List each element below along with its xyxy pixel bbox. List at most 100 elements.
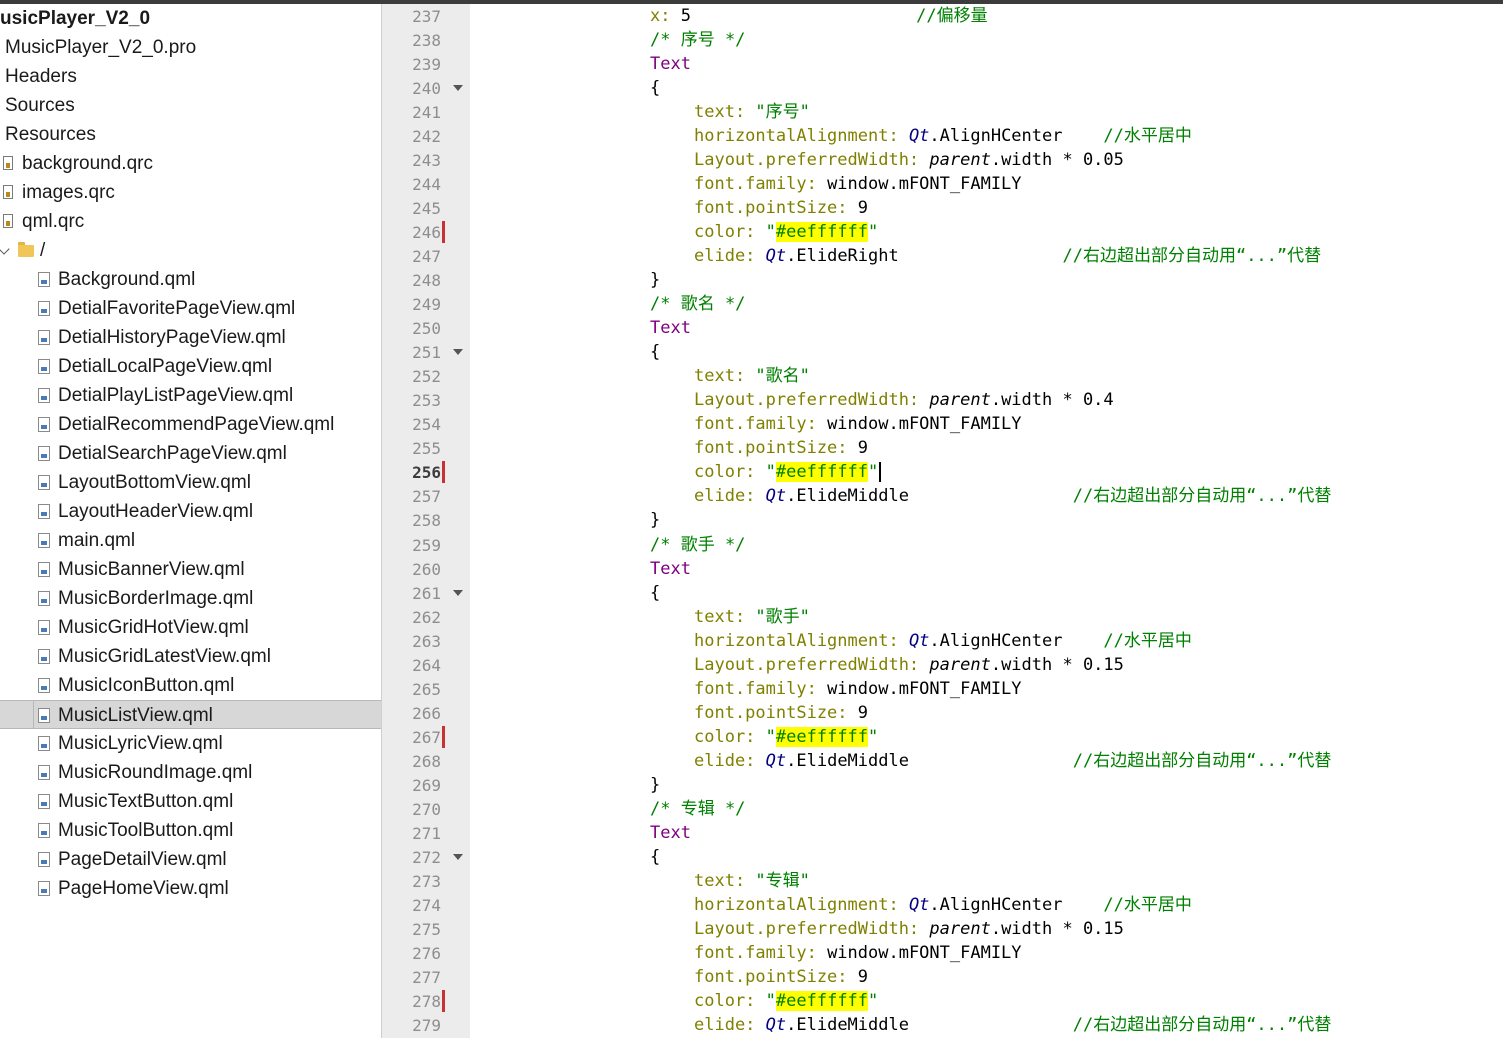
code-line[interactable]: 244 font.family: window.mFONT_FAMILY [382,173,1503,196]
project-root[interactable]: usicPlayer_V2_0 [0,4,381,33]
tree-item[interactable]: Sources [0,91,381,120]
code-text[interactable]: /* 歌手 */ [650,534,745,557]
code-text[interactable]: Layout.preferredWidth: parent.width * 0.… [694,654,1124,677]
tree-item[interactable]: DetialLocalPageView.qml [0,352,381,381]
code-text[interactable]: color: "#eeffffff" [694,726,878,749]
tree-item[interactable]: MusicBannerView.qml [0,555,381,584]
code-line[interactable]: 239 Text [382,53,1503,76]
tree-item[interactable]: MusicRoundImage.qml [0,758,381,787]
code-line[interactable]: 240 { [382,77,1503,100]
tree-item[interactable]: Resources [0,120,381,149]
code-line[interactable]: 279 elide: Qt.ElideMiddle //右边超出部分自动用“...… [382,1014,1503,1037]
code-line[interactable]: 270 /* 专辑 */ [382,798,1503,821]
code-text[interactable]: color: "#eeffffff" [694,990,878,1013]
code-text[interactable]: font.family: window.mFONT_FAMILY [694,678,1022,701]
tree-item[interactable]: DetialRecommendPageView.qml [0,410,381,439]
tree-item[interactable]: LayoutHeaderView.qml [0,497,381,526]
tree-item[interactable]: LayoutBottomView.qml [0,468,381,497]
code-line[interactable]: 243 Layout.preferredWidth: parent.width *… [382,149,1503,172]
tree-item[interactable]: background.qrc [0,149,381,178]
tree-item[interactable]: / [0,236,381,265]
code-text[interactable]: text: "歌手" [694,606,810,629]
code-text[interactable]: } [650,269,660,292]
code-text[interactable]: font.family: window.mFONT_FAMILY [694,942,1022,965]
code-line[interactable]: 272 { [382,846,1503,869]
code-text[interactable]: font.family: window.mFONT_FAMILY [694,413,1022,436]
fold-arrow-icon[interactable] [453,349,463,356]
code-line[interactable]: 252 text: "歌名" [382,365,1503,388]
tree-item[interactable]: MusicGridHotView.qml [0,613,381,642]
tree-item[interactable]: PageHomeView.qml [0,874,381,903]
code-text[interactable]: elide: Qt.ElideRight //右边超出部分自动用“...”代替 [694,245,1321,268]
tree-item[interactable]: MusicPlayer_V2_0.pro [0,33,381,62]
code-text[interactable]: horizontalAlignment: Qt.AlignHCenter //水… [694,125,1192,148]
tree-item[interactable]: MusicGridLatestView.qml [0,642,381,671]
code-text[interactable]: elide: Qt.ElideMiddle //右边超出部分自动用“...”代替 [694,750,1331,773]
code-line[interactable]: 245 font.pointSize: 9 [382,197,1503,220]
tree-item[interactable]: DetialFavoritePageView.qml [0,294,381,323]
code-text[interactable]: Layout.preferredWidth: parent.width * 0.… [694,149,1124,172]
code-text[interactable]: /* 专辑 */ [650,798,745,821]
code-text[interactable]: font.pointSize: 9 [694,966,868,989]
tree-item[interactable]: MusicToolButton.qml [0,816,381,845]
code-line[interactable]: 260 Text [382,558,1503,581]
code-text[interactable]: elide: Qt.ElideMiddle //右边超出部分自动用“...”代替 [694,485,1331,508]
tree-item[interactable]: MusicIconButton.qml [0,671,381,700]
code-text[interactable]: font.pointSize: 9 [694,702,868,725]
code-editor[interactable]: 237 x: 5 //偏移量 238 /* 序号 */ 239 Text 240 {241 te… [382,4,1503,1038]
code-line[interactable]: 253 Layout.preferredWidth: parent.width *… [382,389,1503,412]
code-text[interactable]: x: 5 //偏移量 [650,5,988,28]
code-line[interactable]: 261 { [382,582,1503,605]
code-line[interactable]: 251 { [382,341,1503,364]
tree-item[interactable]: DetialSearchPageView.qml [0,439,381,468]
tree-item[interactable]: main.qml [0,526,381,555]
code-text[interactable]: { [650,582,660,605]
code-line[interactable]: 269} [382,774,1503,797]
tree-item[interactable]: DetialPlayListPageView.qml [0,381,381,410]
code-line[interactable]: 267 color: "#eeffffff" [382,725,1503,749]
code-line[interactable]: 238 /* 序号 */ [382,29,1503,52]
code-text[interactable]: Text [650,822,691,845]
code-line[interactable]: 275 Layout.preferredWidth: parent.width *… [382,918,1503,941]
code-line[interactable]: 266 font.pointSize: 9 [382,702,1503,725]
tree-item[interactable]: MusicLyricView.qml [0,729,381,758]
code-line[interactable]: 241 text: "序号" [382,101,1503,124]
code-line[interactable]: 263 horizontalAlignment: Qt.AlignHCenter … [382,630,1503,653]
project-tree[interactable]: usicPlayer_V2_0 MusicPlayer_V2_0.pro Head… [0,4,382,1038]
code-line[interactable]: 265 font.family: window.mFONT_FAMILY [382,678,1503,701]
code-text[interactable]: Layout.preferredWidth: parent.width * 0.… [694,389,1114,412]
code-text[interactable]: { [650,341,660,364]
code-line[interactable]: 246 color: "#eeffffff" [382,221,1503,244]
code-text[interactable]: text: "歌名" [694,365,810,388]
code-text[interactable]: color: "#eeffffff" [694,221,878,244]
tree-item[interactable]: images.qrc [0,178,381,207]
tree-item[interactable]: Headers [0,62,381,91]
code-text[interactable]: horizontalAlignment: Qt.AlignHCenter //水… [694,630,1192,653]
code-text[interactable]: /* 序号 */ [650,29,745,52]
code-line[interactable]: 248} [382,269,1503,292]
code-text[interactable]: font.pointSize: 9 [694,437,868,460]
chevron-down-icon[interactable] [0,243,10,255]
code-text[interactable]: { [650,846,660,869]
code-text[interactable]: } [650,774,660,797]
code-text[interactable]: Text [650,317,691,340]
fold-arrow-icon[interactable] [453,85,463,92]
code-text[interactable]: } [650,509,660,532]
code-text[interactable]: Text [650,558,691,581]
code-text[interactable]: elide: Qt.ElideMiddle //右边超出部分自动用“...”代替 [694,1014,1331,1037]
code-line[interactable]: 274 horizontalAlignment: Qt.AlignHCenter … [382,894,1503,917]
tree-item[interactable]: MusicBorderImage.qml [0,584,381,613]
code-text[interactable]: font.family: window.mFONT_FAMILY [694,173,1022,196]
code-line[interactable]: 277 font.pointSize: 9 [382,966,1503,989]
tree-item[interactable]: DetialHistoryPageView.qml [0,323,381,352]
code-text[interactable]: /* 歌名 */ [650,293,745,316]
code-line[interactable]: 254 font.family: window.mFONT_FAMILY [382,413,1503,436]
code-line[interactable]: 249 /* 歌名 */ [382,293,1503,316]
code-text[interactable]: text: "专辑" [694,870,810,893]
code-line[interactable]: 271 Text [382,822,1503,845]
code-line[interactable]: 259 /* 歌手 */ [382,534,1503,557]
code-line[interactable]: 268 elide: Qt.ElideMiddle //右边超出部分自动用“...… [382,750,1503,773]
tree-item[interactable]: MusicListView.qml [0,700,381,729]
code-line[interactable]: 255 font.pointSize: 9 [382,437,1503,460]
code-line[interactable]: 258} [382,509,1503,532]
